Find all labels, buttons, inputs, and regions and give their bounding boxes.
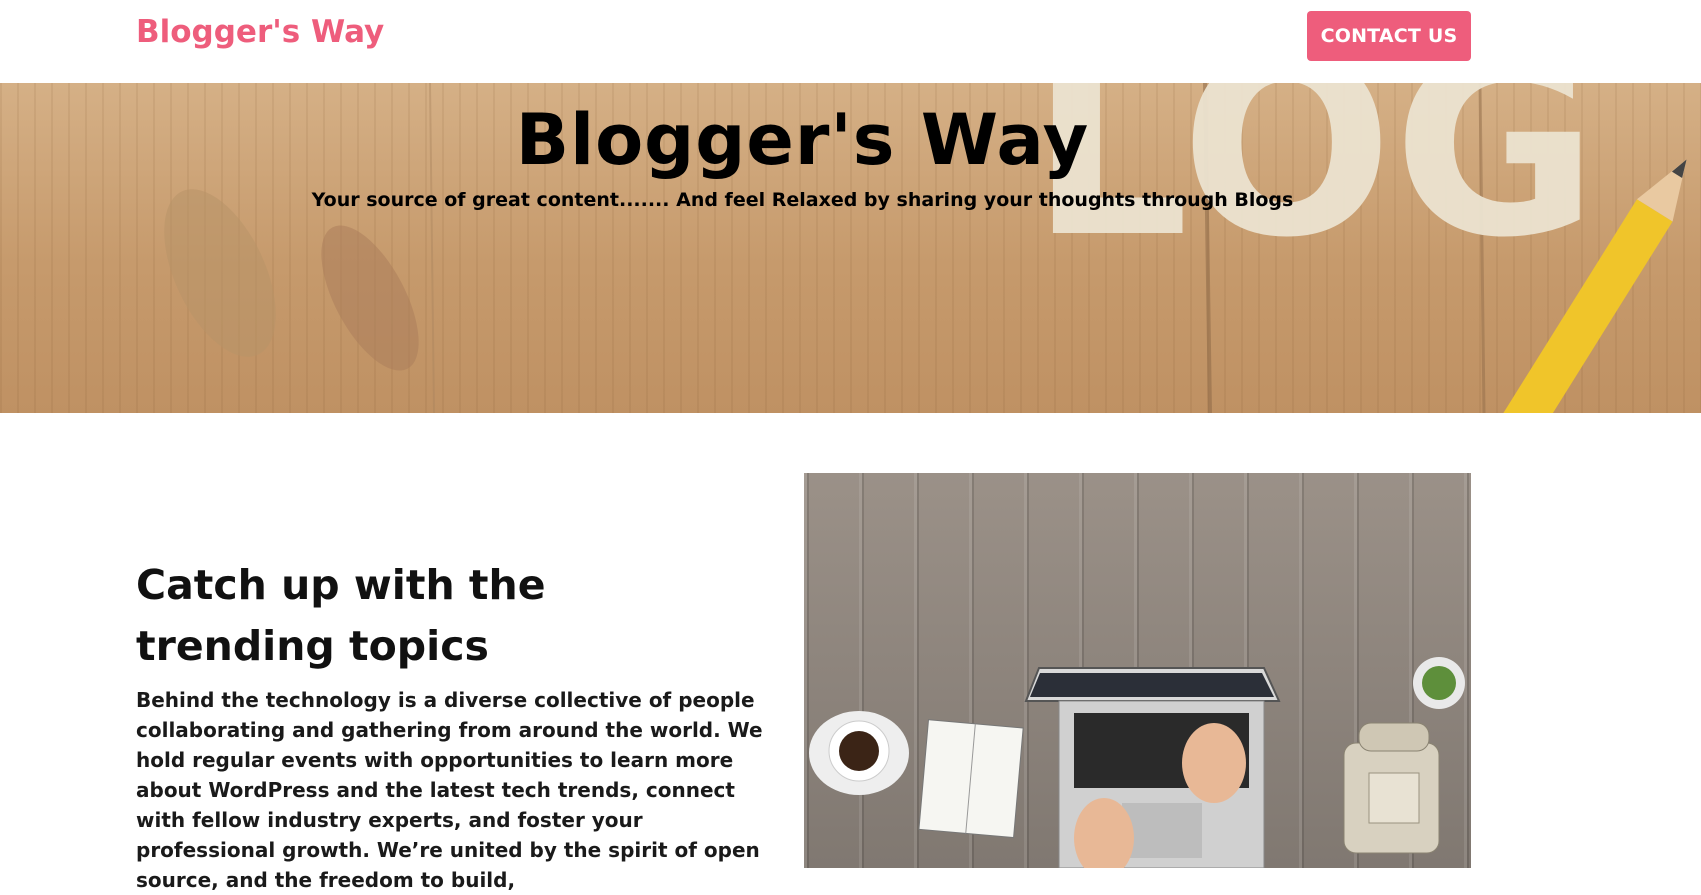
section-paragraph: Behind the technology is a diverse colle… — [136, 688, 763, 892]
workspace-laptop-image — [804, 473, 1471, 868]
telephone-illustration — [1343, 722, 1440, 854]
top-navbar: Blogger's Way CONTACT US — [0, 0, 1701, 83]
hero-banner: LOG Blogger's Way Your source of great c… — [0, 83, 1701, 413]
coffee-cup-illustration — [809, 711, 909, 795]
hand-illustration — [1182, 723, 1246, 803]
notebook-illustration — [918, 719, 1024, 839]
hero-subtitle: Your source of great content....... And … — [311, 189, 1294, 211]
plant-illustration — [1413, 657, 1465, 709]
brand-logo-link[interactable]: Blogger's Way — [136, 14, 384, 50]
hero-title: Blogger's Way — [515, 99, 1090, 181]
section-heading: Catch up with the trending topics — [136, 561, 546, 670]
contact-us-button[interactable]: CONTACT US — [1307, 11, 1471, 61]
